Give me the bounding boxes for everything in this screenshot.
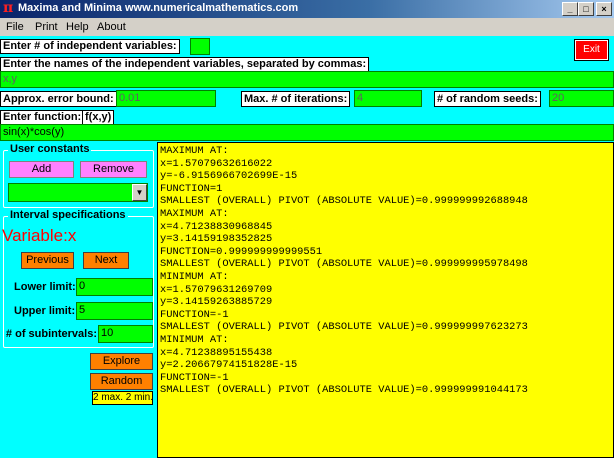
menu-file[interactable]: File: [6, 21, 24, 33]
explore-button[interactable]: Explore: [90, 353, 153, 370]
random-button[interactable]: Random: [90, 373, 153, 390]
random-seeds-label: # of random seeds:: [434, 91, 541, 107]
error-bound-input[interactable]: 0.01: [116, 90, 216, 107]
output-line: MAXIMUM AT:: [160, 207, 229, 220]
output-line: MINIMUM AT:: [160, 270, 229, 283]
result-summary-badge: 2 max. 2 min.: [92, 391, 154, 405]
num-vars-label: Enter # of independent variables:: [0, 39, 180, 54]
output-line: FUNCTION=-1: [160, 308, 229, 321]
max-iterations-input[interactable]: 4: [354, 90, 422, 107]
output-line: SMALLEST (OVERALL) PIVOT (ABSOLUTE VALUE…: [160, 195, 528, 208]
subintervals-input[interactable]: 10: [98, 325, 153, 343]
upper-limit-label: Upper limit:: [14, 305, 76, 317]
upper-limit-input[interactable]: 5: [76, 302, 153, 320]
output-line: FUNCTION=-1: [160, 371, 229, 384]
chevron-down-icon[interactable]: ▼: [132, 184, 147, 201]
subintervals-label: # of subintervals:: [5, 328, 97, 340]
exit-button[interactable]: Exit: [574, 39, 609, 61]
function-input[interactable]: sin(x)*cos(y): [0, 124, 614, 141]
maximize-button[interactable]: □: [578, 2, 594, 16]
next-button[interactable]: Next: [83, 252, 129, 269]
output-line: FUNCTION=1: [160, 182, 223, 195]
menu-about[interactable]: About: [97, 21, 126, 33]
window-title: Maxima and Minima www.numericalmathemati…: [18, 2, 299, 14]
random-seeds-input[interactable]: 20: [549, 90, 614, 107]
close-button[interactable]: ×: [596, 2, 612, 16]
pi-icon: π: [3, 0, 14, 16]
output-line: x=4.71238830968845: [160, 220, 273, 233]
output-line: SMALLEST (OVERALL) PIVOT (ABSOLUTE VALUE…: [160, 384, 528, 397]
max-iterations-label: Max. # of iterations:: [241, 91, 351, 107]
add-constant-button[interactable]: Add: [9, 161, 74, 178]
remove-constant-button[interactable]: Remove: [80, 161, 147, 178]
output-line: y=2.20667974151828E-15: [160, 359, 298, 372]
output-line: MINIMUM AT:: [160, 333, 229, 346]
output-line: y=3.14159198352825: [160, 233, 273, 246]
var-names-input[interactable]: x,y: [0, 71, 614, 88]
output-line: x=1.57079632616022: [160, 157, 273, 170]
num-vars-input[interactable]: [190, 38, 210, 55]
error-bound-label: Approx. error bound:: [0, 91, 117, 107]
output-line: y=3.14159263885729: [160, 296, 273, 309]
menu-help[interactable]: Help: [66, 21, 89, 33]
previous-button[interactable]: Previous: [21, 252, 74, 269]
lower-limit-input[interactable]: 0: [76, 278, 153, 296]
output-line: SMALLEST (OVERALL) PIVOT (ABSOLUTE VALUE…: [160, 321, 528, 334]
function-signature: f(x,y): [82, 110, 115, 125]
minimize-button[interactable]: _: [562, 2, 578, 16]
interval-title: Interval specifications: [8, 209, 128, 221]
constants-dropdown[interactable]: ▼: [8, 183, 148, 202]
var-names-label: Enter the names of the independent varia…: [0, 57, 370, 72]
menu-print[interactable]: Print: [35, 21, 58, 33]
output-line: x=4.71238895155438: [160, 346, 273, 359]
output-line: SMALLEST (OVERALL) PIVOT (ABSOLUTE VALUE…: [160, 258, 528, 271]
current-variable-label: Variable:x: [2, 226, 77, 245]
function-label: Enter function:: [0, 110, 85, 125]
user-constants-title: User constants: [8, 143, 92, 155]
results-output[interactable]: MAXIMUM AT: x=1.57079632616022 y=-6.915696…: [157, 142, 614, 458]
menu-bar: [0, 18, 614, 36]
output-line: MAXIMUM AT:: [160, 145, 229, 157]
output-line: x=1.57079631269709: [160, 283, 273, 296]
output-line: FUNCTION=0.999999999999551: [160, 245, 323, 258]
output-line: y=-6.9156966702699E-15: [160, 170, 298, 183]
lower-limit-label: Lower limit:: [14, 281, 76, 293]
